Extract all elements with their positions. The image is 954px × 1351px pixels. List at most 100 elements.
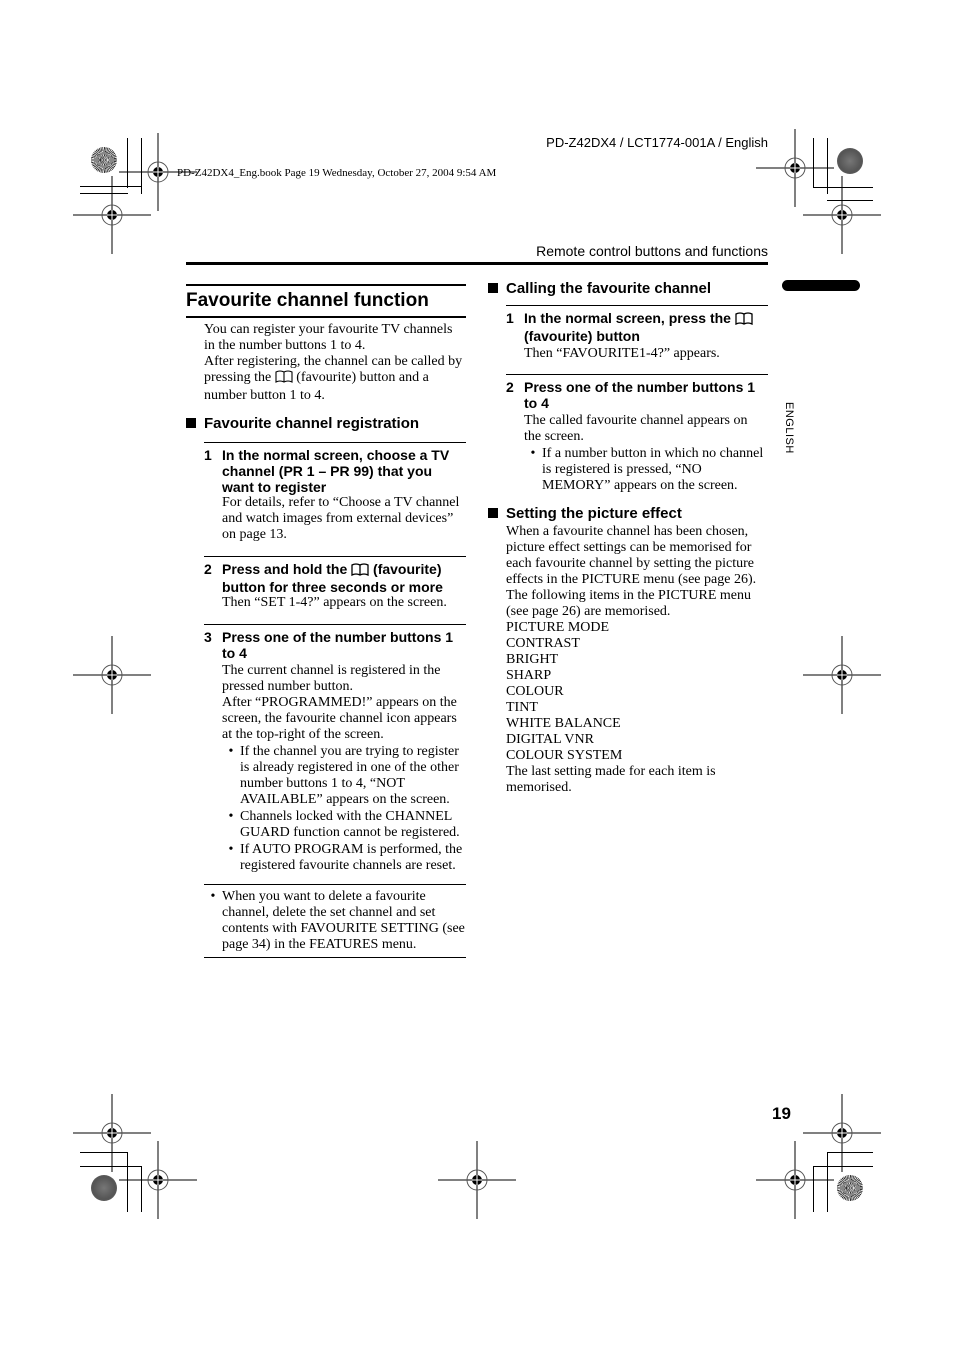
section-heading-text: Favourite channel registration: [204, 415, 420, 432]
step-body-paragraph: The called favourite channel appears on …: [524, 413, 748, 444]
step-number: 2: [204, 561, 212, 577]
color-patch-icon: [91, 1175, 117, 1201]
step-1: 1 In the normal screen, choose a TV chan…: [204, 442, 466, 556]
step-title-pre: Press and hold the: [222, 561, 348, 577]
crop-line: [813, 138, 814, 188]
note-box: • When you want to delete a favourite ch…: [204, 884, 466, 958]
square-bullet-icon: [186, 418, 196, 428]
picture-effect-item: CONTRAST: [506, 636, 580, 651]
section-heading-picture-effect: Setting the picture effect: [488, 504, 768, 524]
picture-effect-item: DIGITAL VNR: [506, 732, 594, 747]
picture-effect-footer: The last setting made for each item is m…: [506, 764, 716, 795]
picture-effect-item: PICTURE MODE: [506, 620, 610, 635]
picture-effect-item: TINT: [506, 700, 538, 715]
bullet-item: • If the channel you are trying to regis…: [222, 744, 466, 808]
star-target-icon: [837, 1175, 863, 1201]
left-column: Favourite channel function You can regis…: [186, 284, 466, 958]
step-title-post: (favourite) button: [524, 328, 640, 344]
bullet-dot-icon: •: [228, 809, 234, 824]
calling-steps: 1 In the normal screen, press the (favou…: [506, 305, 768, 494]
crop-line: [127, 1152, 128, 1212]
book-stamp: PD-Z42DX4_Eng.book Page 19 Wednesday, Oc…: [177, 167, 497, 179]
section-heading-text: Setting the picture effect: [506, 505, 682, 522]
crop-line: [141, 1166, 142, 1212]
step-title: Press one of the number buttons 1 to 4: [524, 379, 756, 411]
step-number: 1: [506, 310, 514, 326]
step-body: The called favourite channel appears on …: [506, 411, 768, 494]
bullet-dot-icon: •: [228, 842, 234, 857]
step-title: Press and hold the (favourite) button fo…: [222, 561, 466, 595]
picture-effect-body: When a favourite channel has been chosen…: [488, 524, 768, 796]
picture-effect-item: WHITE BALANCE: [506, 716, 621, 731]
square-bullet-icon: [488, 283, 498, 293]
step-number: 1: [204, 447, 212, 463]
picture-effect-paragraph: When a favourite channel has been chosen…: [506, 524, 757, 619]
running-head: Remote control buttons and functions: [536, 243, 768, 259]
registration-target-icon: [73, 636, 151, 714]
picture-effect-item: COLOUR SYSTEM: [506, 748, 623, 763]
step-title-pre: In the normal screen, press the: [524, 310, 731, 326]
header-rule: [186, 262, 768, 265]
registration-target-icon: [73, 176, 151, 254]
document-id: PD-Z42DX4 / LCT1774-001A / English: [546, 135, 768, 150]
crop-line: [813, 187, 873, 188]
right-column: Calling the favourite channel 1 In the n…: [488, 279, 768, 796]
bullet-text: If a number button in which no channel i…: [542, 446, 764, 493]
crop-line: [127, 138, 128, 188]
favourite-book-icon: [735, 312, 753, 328]
section-heading-calling: Calling the favourite channel: [488, 279, 768, 299]
square-bullet-icon: [488, 508, 498, 518]
registration-target-icon: [756, 1141, 834, 1219]
step-heading: 2 Press and hold the (favourite) button …: [204, 561, 466, 595]
registration-target-icon: [438, 1141, 516, 1219]
registration-target-icon: [119, 1141, 197, 1219]
step-body: For details, refer to “Choose a TV chann…: [222, 495, 460, 542]
step-title: Press one of the number buttons 1 to 4: [222, 629, 454, 661]
registration-steps: 1 In the normal screen, choose a TV chan…: [204, 442, 466, 958]
note-text: When you want to delete a favourite chan…: [222, 889, 465, 952]
bullet-dot-icon: •: [210, 889, 216, 904]
picture-effect-item: SHARP: [506, 668, 552, 683]
crop-line: [827, 1152, 873, 1153]
picture-effect-items: PICTURE MODE CONTRAST BRIGHT SHARP COLOUR TIN…: [506, 620, 768, 764]
crop-line: [80, 193, 128, 194]
step-heading: 2 Press one of the number buttons 1 to 4: [506, 379, 768, 411]
step-3: 3 Press one of the number buttons 1 to 4…: [204, 624, 466, 884]
crop-line: [80, 1152, 128, 1153]
step-heading: 1 In the normal screen, choose a TV chan…: [204, 447, 466, 495]
intro-paragraph-1: You can register your favourite TV chann…: [204, 322, 453, 353]
bullet-item: • If AUTO PROGRAM is performed, the regi…: [222, 842, 466, 874]
favourite-book-icon: [275, 370, 293, 388]
page-number: 19: [772, 1104, 791, 1123]
step-body: Then “FAVOURITE1-4?” appears.: [524, 346, 720, 361]
step-title: In the normal screen, press the (favouri…: [524, 310, 753, 344]
step-body-paragraph: After “PROGRAMMED!” appears on the scree…: [222, 695, 457, 742]
title-block: Favourite channel function: [186, 284, 466, 318]
note-item: • When you want to delete a favourite ch…: [204, 889, 466, 953]
page-title: Favourite channel function: [186, 286, 466, 318]
bullet-dot-icon: •: [530, 446, 536, 461]
crop-line: [813, 1166, 873, 1167]
side-tab-bar: [782, 280, 860, 291]
bullet-text: If AUTO PROGRAM is performed, the regist…: [240, 842, 463, 873]
step-body: Then “SET 1-4?” appears on the screen.: [222, 595, 447, 610]
picture-effect-item: COLOUR: [506, 684, 564, 699]
color-patch-icon: [837, 148, 863, 174]
step-title: In the normal screen, choose a TV channe…: [222, 447, 450, 495]
crop-line: [80, 186, 142, 187]
crop-line: [827, 1152, 828, 1212]
bullet-text: If the channel you are trying to registe…: [240, 744, 459, 807]
crop-line: [827, 138, 828, 194]
step-heading: 3 Press one of the number buttons 1 to 4: [204, 629, 466, 661]
step-2: 2 Press and hold the (favourite) button …: [204, 556, 466, 624]
crop-line: [80, 1166, 142, 1167]
bullet-item: • If a number button in which no channel…: [524, 446, 768, 494]
favourite-book-icon: [351, 563, 369, 579]
step-body-paragraph: The current channel is registered in the…: [222, 663, 441, 694]
intro-paragraph-2: After registering, the channel can be ca…: [204, 354, 466, 404]
bullet-item: • Channels locked with the CHANNEL GUARD…: [222, 809, 466, 841]
step-1: 1 In the normal screen, press the (favou…: [506, 305, 768, 374]
section-heading-text: Calling the favourite channel: [506, 280, 712, 297]
side-tab-language: ENGLISH: [783, 402, 795, 454]
step-number: 2: [506, 379, 514, 395]
